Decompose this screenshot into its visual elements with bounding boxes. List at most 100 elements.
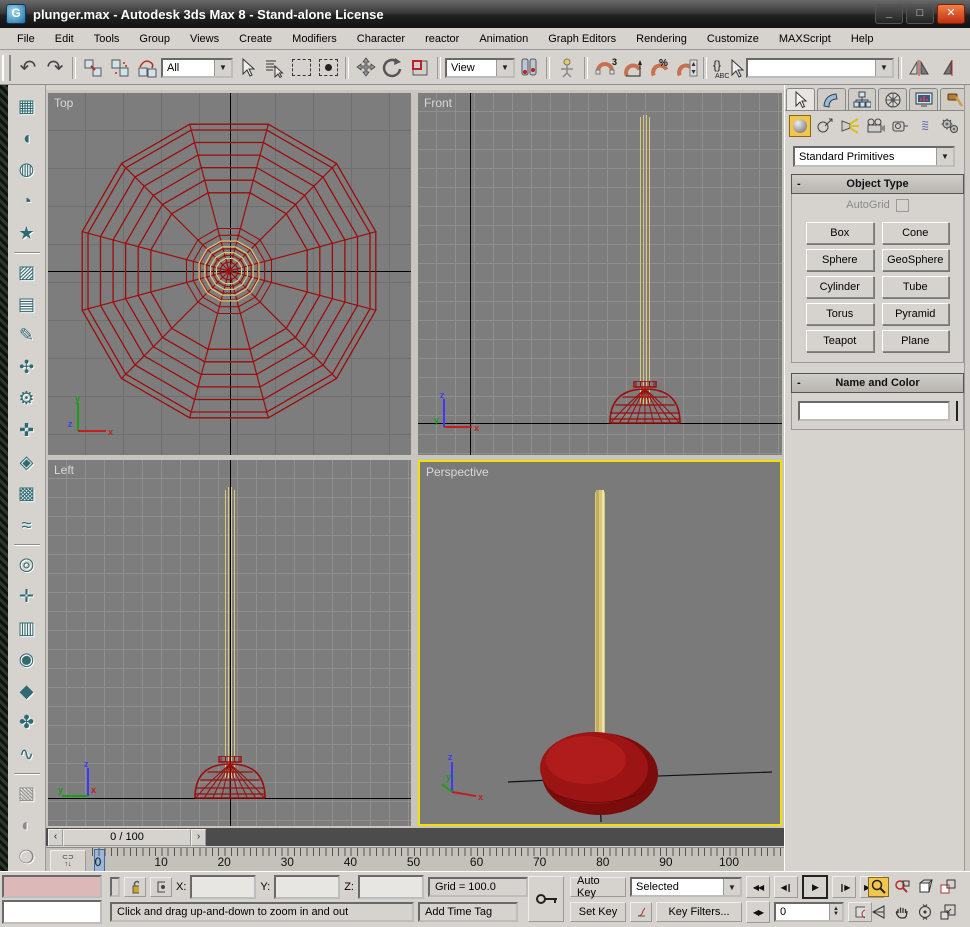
reactor-spring-icon[interactable]: ▤ — [13, 291, 41, 317]
window-crossing-toggle-icon[interactable] — [315, 55, 341, 81]
reactor-water-icon[interactable]: ≈ — [13, 513, 41, 539]
plane-button[interactable]: Plane — [882, 330, 950, 352]
select-and-rotate-icon[interactable] — [380, 55, 406, 81]
redo-icon[interactable]: ↷ — [42, 55, 68, 81]
space-warps-category-icon[interactable]: ≈≈ — [914, 115, 936, 137]
rollout-collapse-icon[interactable]: - — [797, 178, 801, 190]
mirror-icon[interactable] — [906, 55, 932, 81]
viewport-left-label[interactable]: Left — [54, 463, 74, 477]
bind-to-space-warp-icon[interactable] — [134, 55, 160, 81]
open-mini-curve-editor-icon[interactable]: ⊂⊃↑↓ — [50, 850, 86, 872]
pyramid-button[interactable]: Pyramid — [882, 303, 950, 325]
time-slider-prev-icon[interactable]: ‹ — [48, 829, 63, 846]
field-of-view-icon[interactable] — [868, 902, 889, 922]
geosphere-button[interactable]: GeoSphere — [882, 249, 950, 271]
menu-character[interactable]: Character — [348, 31, 414, 47]
reactor-wind-icon[interactable]: ✜ — [13, 418, 41, 444]
reactor-angular-dashpot-icon[interactable]: ✣ — [13, 355, 41, 381]
select-and-move-icon[interactable] — [353, 55, 379, 81]
menu-animation[interactable]: Animation — [470, 31, 537, 47]
menu-modifiers[interactable]: Modifiers — [283, 31, 346, 47]
reactor-soft-body-modifier-icon[interactable]: ◐ — [13, 813, 41, 839]
primitives-dropdown[interactable]: Standard Primitives▼ — [793, 146, 955, 167]
reactor-deforming-mesh-icon[interactable]: ★ — [13, 220, 41, 246]
previous-frame-icon[interactable]: ◀❙ — [774, 876, 798, 898]
reactor-ragdoll-constraint-icon[interactable]: ✛ — [13, 584, 41, 610]
auto-key-button[interactable]: Auto Key — [570, 877, 626, 897]
arc-rotate-icon[interactable] — [914, 902, 935, 922]
zoom-icon[interactable] — [868, 877, 889, 897]
angle-snap-toggle-icon[interactable] — [619, 55, 645, 81]
undo-icon[interactable]: ↶ — [15, 55, 41, 81]
reactor-point-point-constraint-icon[interactable]: ◉ — [13, 647, 41, 673]
menu-rendering[interactable]: Rendering — [627, 31, 696, 47]
lights-category-icon[interactable] — [839, 115, 861, 137]
torus-button[interactable]: Torus — [806, 303, 874, 325]
select-and-manipulate-icon[interactable] — [554, 55, 580, 81]
tube-button[interactable]: Tube — [882, 276, 950, 298]
align-icon[interactable] — [933, 55, 959, 81]
select-and-link-icon[interactable] — [80, 55, 106, 81]
menu-group[interactable]: Group — [130, 31, 179, 47]
snaps-toggle-icon[interactable]: 3 — [592, 55, 618, 81]
zoom-extents-all-icon[interactable] — [937, 877, 958, 897]
pan-view-icon[interactable] — [891, 902, 912, 922]
dropdown-arrow-icon[interactable]: ▼ — [936, 148, 953, 165]
key-filters-button[interactable]: Key Filters... — [656, 902, 742, 922]
reactor-rope-modifier-icon[interactable]: ❍ — [13, 844, 41, 870]
time-slider-next-icon[interactable]: › — [191, 829, 206, 846]
zoom-all-icon[interactable] — [891, 877, 912, 897]
unlink-selection-icon[interactable] — [107, 55, 133, 81]
menu-help[interactable]: Help — [842, 31, 883, 47]
named-selection-sets-icon[interactable]: {}ABC — [711, 55, 745, 81]
default-in-out-tangents-icon[interactable] — [630, 902, 652, 922]
menu-maxscript[interactable]: MAXScript — [770, 31, 840, 47]
absolute-offset-toggle-icon[interactable] — [150, 877, 172, 897]
set-key-mode-icon[interactable] — [528, 876, 564, 922]
reactor-fracture-icon[interactable]: ▩ — [13, 481, 41, 507]
object-type-rollout-header[interactable]: - Object Type — [791, 174, 964, 194]
minimize-button[interactable]: _ — [875, 4, 903, 24]
add-time-tag[interactable]: Add Time Tag — [418, 902, 518, 922]
reactor-soft-body-collection-icon[interactable]: ◍ — [13, 157, 41, 183]
helpers-category-icon[interactable] — [889, 115, 911, 137]
selection-set-dropdown[interactable]: Selected▼ — [630, 877, 742, 897]
reactor-cloth-collection-icon[interactable]: ◖ — [13, 126, 41, 152]
cameras-category-icon[interactable] — [864, 115, 886, 137]
menu-reactor[interactable]: reactor — [416, 31, 468, 47]
named-selection-dropdown[interactable]: ▼ — [746, 58, 894, 78]
name-color-rollout-header[interactable]: - Name and Color — [791, 373, 964, 393]
menu-customize[interactable]: Customize — [698, 31, 768, 47]
reactor-point-path-constraint-icon[interactable]: ∿ — [13, 742, 41, 768]
viewport-perspective-label[interactable]: Perspective — [426, 465, 489, 479]
x-coordinate-field[interactable] — [190, 875, 256, 899]
box-button[interactable]: Box — [806, 222, 874, 244]
selection-lock-icon[interactable] — [124, 877, 146, 897]
select-object-icon[interactable] — [234, 55, 260, 81]
cone-button[interactable]: Cone — [882, 222, 950, 244]
cylinder-button[interactable]: Cylinder — [806, 276, 874, 298]
reactor-toy-car-icon[interactable]: ◈ — [13, 449, 41, 475]
reference-coordinate-dropdown[interactable]: View▼ — [445, 58, 515, 78]
autogrid-checkbox[interactable] — [896, 199, 909, 212]
viewport-top[interactable]: Top y x z — [48, 93, 411, 455]
dropdown-arrow-icon[interactable]: ▼ — [875, 60, 892, 76]
command-panel-scrollbar[interactable] — [964, 85, 970, 873]
reactor-cloth-modifier-icon[interactable]: ▧ — [13, 781, 41, 807]
select-and-scale-icon[interactable] — [407, 55, 433, 81]
spinner-snap-toggle-icon[interactable] — [673, 55, 699, 81]
geometry-category-icon[interactable] — [789, 115, 811, 137]
menu-file[interactable]: File — [8, 31, 44, 47]
rollout-collapse-icon[interactable]: - — [797, 377, 801, 389]
maxscript-listener-box[interactable] — [2, 900, 102, 924]
tab-display[interactable] — [909, 88, 938, 110]
current-frame-field[interactable]: 0 ▲▼ — [774, 902, 844, 922]
viewport-top-label[interactable]: Top — [54, 96, 73, 110]
next-frame-icon[interactable]: ❙▶ — [832, 876, 856, 898]
go-to-start-icon[interactable]: ◀◀ — [746, 876, 770, 898]
close-button[interactable]: ✕ — [937, 4, 965, 24]
sphere-button[interactable]: Sphere — [806, 249, 874, 271]
play-icon[interactable]: ▶ — [802, 875, 828, 899]
tab-hierarchy[interactable] — [848, 88, 877, 110]
reactor-constraint-solver-icon[interactable]: ◎ — [13, 552, 41, 578]
